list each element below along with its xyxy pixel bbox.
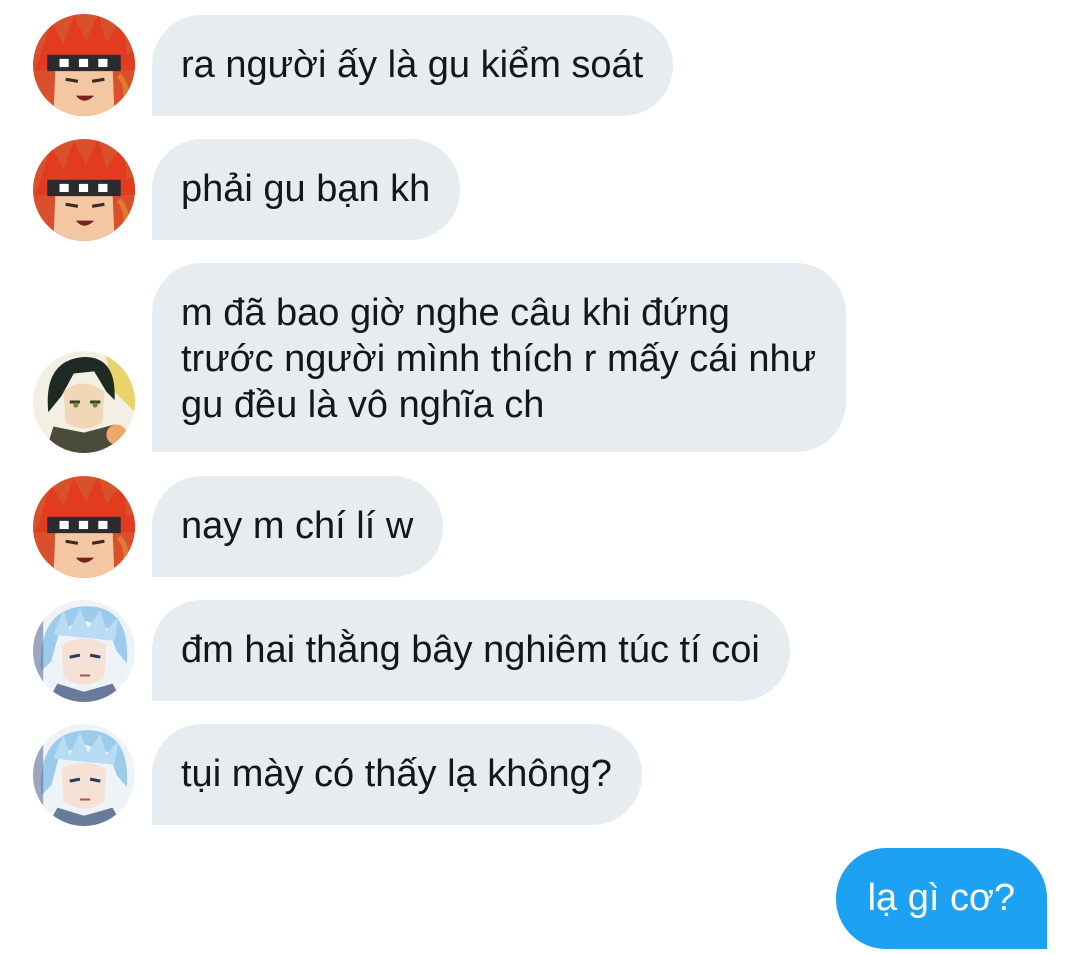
message-bubble[interactable]: ra người ấy là gu kiểm soát xyxy=(152,15,674,116)
message-text: phải gu bạn kh xyxy=(181,168,431,210)
message-text: tụi mày có thấy lạ không? xyxy=(181,753,612,795)
message-text: m đã bao giờ nghe câu khi đứng xyxy=(181,292,730,334)
message-bubble[interactable]: m đã bao giờ nghe câu khi đứng trước ngư… xyxy=(152,263,847,452)
message-text: lạ gì cơ? xyxy=(867,877,1015,919)
message-text: đm hai thằng bây nghiêm túc tí coi xyxy=(181,629,760,671)
message-bubble[interactable]: tụi mày có thấy lạ không? xyxy=(152,724,642,825)
message-bubble[interactable]: đm hai thằng bây nghiêm túc tí coi xyxy=(152,600,790,701)
message-text: nay m chí lí w xyxy=(181,505,414,547)
message-text: gu đều là vô nghĩa ch xyxy=(181,384,545,426)
red-hair-avatar-icon[interactable] xyxy=(33,139,135,241)
blue-hair-avatar-icon[interactable] xyxy=(33,600,135,702)
red-hair-avatar-icon[interactable] xyxy=(33,14,135,116)
message-bubble[interactable]: nay m chí lí w xyxy=(152,476,444,577)
message-text: ra người ấy là gu kiểm soát xyxy=(181,44,644,86)
blue-hair-avatar-icon[interactable] xyxy=(33,724,135,826)
message-text: trước người mình thích r mấy cái như xyxy=(181,338,817,380)
message-bubble[interactable]: phải gu bạn kh xyxy=(152,139,461,240)
dark-hair-avatar-icon[interactable] xyxy=(33,351,135,453)
sent-message-bubble[interactable]: lạ gì cơ? xyxy=(835,848,1047,949)
red-hair-avatar-icon[interactable] xyxy=(33,476,135,578)
